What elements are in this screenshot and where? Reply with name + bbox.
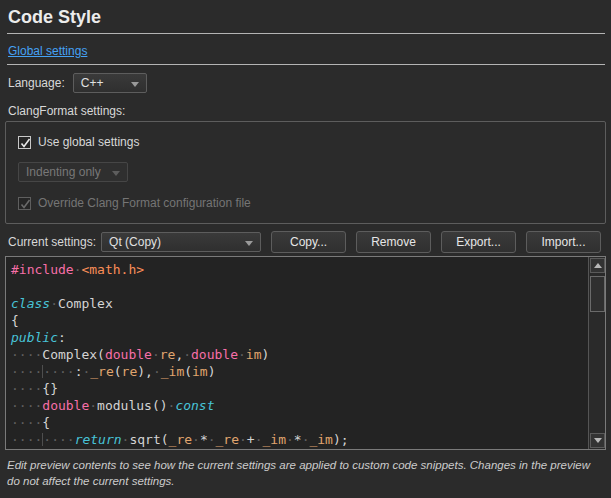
language-combobox-value: C++ [81, 76, 104, 90]
code-line: { [11, 312, 605, 329]
use-global-settings-checkbox[interactable]: Use global settings [18, 135, 593, 149]
code-line: ····double·modulus()·const [11, 397, 605, 414]
code-line: public: [11, 329, 605, 346]
language-combobox[interactable]: C++ [73, 73, 147, 93]
separator [7, 33, 605, 34]
arrow-up-icon [594, 263, 602, 268]
code-line: ····Complex(double·re,·double·im) [11, 346, 605, 363]
arrow-down-icon [594, 438, 602, 443]
code-line: ····{} [11, 380, 605, 397]
checkbox-icon [18, 136, 31, 149]
use-global-settings-label: Use global settings [38, 135, 139, 149]
indenting-mode-value: Indenting only [26, 165, 101, 179]
override-clang-format-label: Override Clang Format configuration file [38, 196, 251, 210]
current-settings-combobox[interactable]: Qt (Copy) [101, 232, 261, 252]
import-button[interactable]: Import... [526, 231, 601, 253]
code-line: ········:·_re(re),·_im(im) [11, 363, 605, 380]
clangformat-groupbox: Use global settings Indenting only Overr… [5, 121, 606, 224]
code-line: class·Complex [11, 295, 605, 312]
override-clang-format-checkbox[interactable]: Override Clang Format configuration file [18, 196, 593, 210]
vertical-scrollbar[interactable] [588, 257, 605, 449]
chevron-down-icon [131, 82, 139, 87]
separator [7, 64, 605, 65]
chevron-down-icon [245, 241, 253, 246]
export-button[interactable]: Export... [441, 231, 516, 253]
global-settings-link[interactable]: Global settings [8, 44, 87, 58]
code-line: #include·<math.h> [11, 261, 605, 278]
checkbox-icon [18, 197, 31, 210]
code-line [11, 278, 605, 295]
code-preview-editor[interactable]: #include·<math.h> class·Complex{public:·… [5, 256, 606, 450]
remove-button[interactable]: Remove [356, 231, 431, 253]
chevron-down-icon [112, 171, 120, 176]
indenting-mode-combobox[interactable]: Indenting only [18, 162, 128, 182]
code-line: ········return·sqrt(_re·*·_re·+·_im·*·_i… [11, 431, 605, 448]
code-line: ····{ [11, 414, 605, 431]
scroll-up-button[interactable] [590, 258, 605, 273]
page-title: Code Style [8, 7, 605, 28]
code-content[interactable]: #include·<math.h> class·Complex{public:·… [6, 257, 605, 448]
footer-note: Edit preview contents to see how the cur… [7, 457, 605, 489]
copy-button[interactable]: Copy... [271, 231, 346, 253]
current-settings-label: Current settings: [8, 235, 96, 249]
language-label: Language: [8, 76, 65, 90]
scrollbar-thumb[interactable] [590, 276, 605, 312]
scroll-down-button[interactable] [590, 433, 605, 448]
current-settings-value: Qt (Copy) [109, 235, 161, 249]
clangformat-settings-label: ClangFormat settings: [8, 104, 611, 118]
